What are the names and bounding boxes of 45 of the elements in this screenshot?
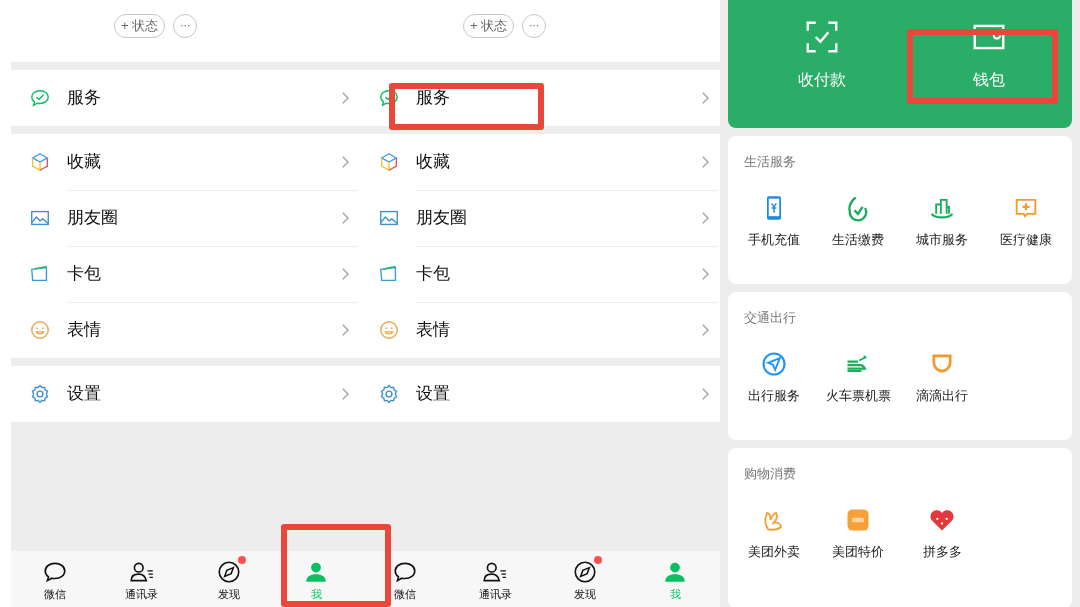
- navigation-icon: [760, 349, 788, 378]
- service-item[interactable]: 生活缴费: [816, 193, 900, 249]
- section-title: 生活服务: [743, 153, 797, 171]
- menu-label: 朋友圈: [416, 207, 468, 230]
- service-item[interactable]: 火车票机票: [816, 349, 900, 405]
- menu-label: 表情: [67, 319, 102, 342]
- tab[interactable]: 通讯录: [98, 551, 186, 607]
- service-item[interactable]: 医疗健康: [984, 193, 1068, 249]
- service-item[interactable]: 滴滴出行: [900, 349, 984, 405]
- tab[interactable]: 发现: [540, 551, 630, 607]
- smiley-icon: [378, 319, 400, 341]
- settings-icon: [29, 383, 51, 405]
- service-item[interactable]: 美团外卖: [732, 505, 816, 561]
- section-title: 购物消费: [743, 465, 797, 483]
- menu-label: 服务: [67, 87, 102, 110]
- smiley-icon: [29, 319, 51, 341]
- menu-label: 卡包: [416, 263, 451, 286]
- menu-label: 卡包: [67, 263, 102, 286]
- tab[interactable]: 微信: [11, 551, 99, 607]
- menu-label: 收藏: [416, 151, 451, 174]
- section-title: 交通出行: [743, 309, 797, 327]
- menu-label: 设置: [416, 383, 451, 406]
- service-item[interactable]: 美团特价: [816, 505, 900, 561]
- tab[interactable]: 微信: [360, 551, 450, 607]
- status-button[interactable]: + 状态: [463, 14, 515, 38]
- cube-icon: [29, 151, 51, 173]
- more-button[interactable]: ···: [173, 14, 198, 38]
- settings-icon: [378, 383, 400, 405]
- menu-label: 朋友圈: [67, 207, 119, 230]
- service-item[interactable]: 出行服务: [732, 349, 816, 405]
- compass-icon: [572, 559, 598, 585]
- more-button[interactable]: ···: [522, 14, 547, 38]
- cube-icon: [378, 151, 400, 173]
- service-item[interactable]: 手机充值: [732, 193, 816, 249]
- service-item[interactable]: 拼多多: [900, 505, 984, 561]
- status-button[interactable]: + 状态: [114, 14, 166, 38]
- chat-check-icon: [29, 87, 51, 109]
- menu-label: 服务: [416, 87, 451, 110]
- chat-check-icon: [378, 87, 400, 109]
- menu-label: 收藏: [67, 151, 102, 174]
- tab[interactable]: 发现: [185, 551, 273, 607]
- menu-label: 表情: [416, 319, 451, 342]
- service-item[interactable]: 城市服务: [900, 193, 984, 249]
- menu-label: 设置: [67, 383, 102, 406]
- tab[interactable]: 通讯录: [450, 551, 540, 607]
